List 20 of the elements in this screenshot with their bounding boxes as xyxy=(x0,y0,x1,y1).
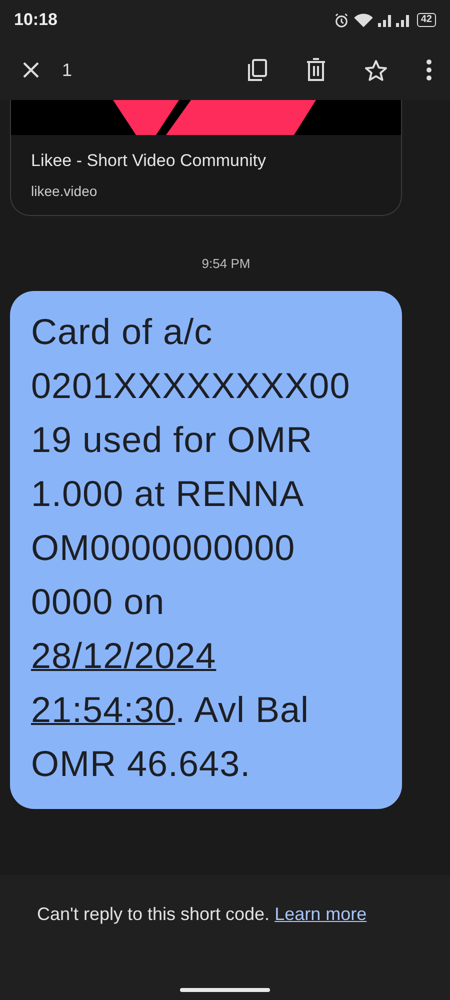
close-icon[interactable] xyxy=(22,61,40,79)
trash-icon[interactable] xyxy=(306,58,326,82)
status-time: 10:18 xyxy=(14,10,58,30)
message-time: 9:54 PM xyxy=(202,256,250,271)
copy-icon[interactable] xyxy=(246,58,268,82)
learn-more-link[interactable]: Learn more xyxy=(274,904,367,924)
link-preview-card[interactable]: Likee - Short Video Community likee.video xyxy=(10,100,402,216)
battery-level: 42 xyxy=(416,13,436,27)
signal-icon xyxy=(378,13,412,27)
preview-domain: likee.video xyxy=(31,183,98,199)
selected-count: 1 xyxy=(62,60,74,80)
preview-title: Likee - Short Video Community xyxy=(31,151,267,171)
date-link[interactable]: 21:54:30 xyxy=(31,689,176,730)
alarm-icon xyxy=(334,12,349,28)
wifi-icon xyxy=(354,12,373,28)
message-bubble: Card of a/c 0201XXXXXXXX00 19 used for OMR 1.000 at RENNA OM0000000000 0000 on 28/12/2024 21:54:30. Avl Bal OMR 46.643. xyxy=(10,291,402,809)
reply-notice: Can't reply to this short code. Learn more xyxy=(37,903,368,926)
star-icon[interactable] xyxy=(364,58,388,82)
date-link[interactable]: 28/12/2024 xyxy=(31,635,216,676)
more-icon[interactable] xyxy=(426,59,432,81)
